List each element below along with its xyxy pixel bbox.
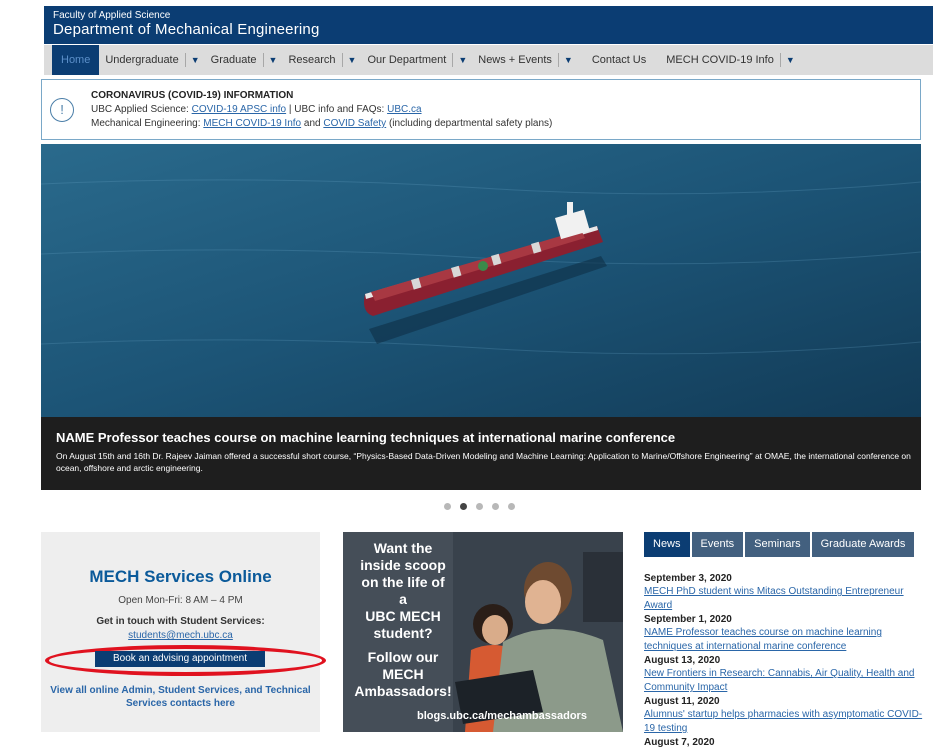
- slider-dot[interactable]: [444, 503, 451, 510]
- covid-alert: ! CORONAVIRUS (COVID-19) INFORMATION UBC…: [41, 79, 921, 140]
- alert-text: | UBC info and FAQs:: [286, 104, 388, 115]
- slider-dot-active[interactable]: [460, 503, 467, 510]
- tab-news[interactable]: News: [644, 532, 690, 557]
- list-item: September 3, 2020 MECH PhD student wins …: [644, 572, 929, 613]
- ambassadors-url[interactable]: blogs.ubc.ca/mechambassadors: [417, 710, 587, 722]
- news-date: September 1, 2020: [644, 614, 732, 625]
- nav-contact-us[interactable]: Contact Us: [578, 45, 660, 75]
- mech-covid-link[interactable]: MECH COVID-19 Info: [203, 118, 301, 129]
- tab-graduate-awards[interactable]: Graduate Awards: [811, 532, 915, 557]
- alert-text: and: [301, 118, 324, 129]
- news-date: August 7, 2020: [644, 737, 715, 748]
- amb-line: inside scoop: [360, 557, 446, 573]
- hero-slider[interactable]: NAME Professor teaches course on machine…: [41, 144, 921, 490]
- department-name[interactable]: Department of Mechanical Engineering: [53, 21, 320, 38]
- news-date: August 13, 2020: [644, 655, 721, 666]
- amb-follow-line: Follow our: [367, 649, 439, 665]
- amb-line: UBC MECH: [365, 608, 441, 624]
- list-item: August 11, 2020 Alumnus' startup helps p…: [644, 695, 929, 736]
- news-date: August 11, 2020: [644, 696, 720, 707]
- alert-text: (including departmental safety plans): [386, 118, 553, 129]
- services-title: MECH Services Online: [89, 567, 272, 586]
- student-services-email-link[interactable]: students@mech.ubc.ca: [41, 630, 320, 641]
- slide-body: On August 15th and 16th Dr. Rajeev Jaima…: [56, 451, 911, 473]
- amb-follow-line: MECH: [382, 666, 424, 682]
- alert-text: Mechanical Engineering:: [91, 118, 204, 129]
- nav-covid-info[interactable]: MECH COVID-19 Info: [660, 45, 780, 75]
- main-nav: Home Undergraduate ▼ Graduate ▼ Research…: [44, 45, 933, 75]
- apsc-covid-link[interactable]: COVID-19 APSC info: [192, 104, 286, 115]
- amb-line: on the life of a: [361, 574, 445, 607]
- news-link[interactable]: MECH PhD student wins Mitacs Outstanding…: [644, 585, 929, 613]
- alert-text: UBC Applied Science:: [91, 104, 192, 115]
- chevron-down-icon[interactable]: ▼: [186, 45, 205, 75]
- alert-icon: !: [50, 98, 74, 122]
- news-link[interactable]: Alumnus' startup helps pharmacies with a…: [644, 708, 929, 736]
- tab-seminars[interactable]: Seminars: [745, 532, 810, 557]
- site-header: Faculty of Applied Science Department of…: [44, 6, 933, 44]
- news-link[interactable]: NAME Professor teaches course on machine…: [644, 626, 929, 654]
- news-tabs: News Events Seminars Graduate Awards: [644, 532, 915, 557]
- slider-dot[interactable]: [492, 503, 499, 510]
- nav-news-events[interactable]: News + Events: [472, 45, 558, 75]
- chevron-down-icon[interactable]: ▼: [453, 45, 472, 75]
- services-hours: Open Mon-Fri: 8 AM – 4 PM: [118, 595, 243, 606]
- chevron-down-icon[interactable]: ▼: [559, 45, 578, 75]
- slider-dot[interactable]: [476, 503, 483, 510]
- slider-dot[interactable]: [508, 503, 515, 510]
- nav-home[interactable]: Home: [52, 45, 100, 75]
- nav-research[interactable]: Research: [282, 45, 341, 75]
- slider-dots: [444, 503, 515, 510]
- ubc-link[interactable]: UBC.ca: [387, 104, 421, 115]
- slide-headline[interactable]: NAME Professor teaches course on machine…: [56, 430, 675, 445]
- services-panel: MECH Services Online Open Mon-Fri: 8 AM …: [41, 532, 326, 732]
- nav-graduate[interactable]: Graduate: [205, 45, 263, 75]
- slide-caption: NAME Professor teaches course on machine…: [41, 417, 921, 490]
- news-list: September 3, 2020 MECH PhD student wins …: [644, 572, 929, 749]
- list-item: September 1, 2020 NAME Professor teaches…: [644, 613, 929, 654]
- chevron-down-icon[interactable]: ▼: [343, 45, 362, 75]
- list-item: August 13, 2020 New Frontiers in Researc…: [644, 654, 929, 695]
- nav-undergraduate[interactable]: Undergraduate: [99, 45, 184, 75]
- book-appointment-button[interactable]: Book an advising appointment: [95, 651, 265, 667]
- covid-safety-link[interactable]: COVID Safety: [323, 118, 386, 129]
- faculty-name[interactable]: Faculty of Applied Science: [53, 10, 170, 21]
- list-item: August 7, 2020: [644, 736, 929, 749]
- alert-line-apsc: UBC Applied Science: COVID-19 APSC info …: [91, 104, 422, 115]
- ship-photo: [41, 144, 921, 417]
- chevron-down-icon[interactable]: ▼: [264, 45, 283, 75]
- ambassadors-promo[interactable]: Want the inside scoop on the life of a U…: [343, 532, 623, 732]
- alert-line-mech: Mechanical Engineering: MECH COVID-19 In…: [91, 118, 552, 129]
- tab-events[interactable]: Events: [691, 532, 744, 557]
- amb-line: student?: [373, 625, 433, 641]
- nav-our-department[interactable]: Our Department: [361, 45, 452, 75]
- news-link[interactable]: New Frontiers in Research: Cannabis, Air…: [644, 667, 929, 695]
- chevron-down-icon[interactable]: ▼: [781, 45, 800, 75]
- amb-follow-line: Ambassadors!: [354, 683, 452, 699]
- services-contact-label: Get in touch with Student Services:: [96, 616, 265, 627]
- alert-title: CORONAVIRUS (COVID-19) INFORMATION: [91, 90, 294, 101]
- news-date: September 3, 2020: [644, 573, 732, 584]
- all-contacts-link[interactable]: View all online Admin, Student Services,…: [41, 684, 320, 710]
- amb-line: Want the: [373, 540, 433, 556]
